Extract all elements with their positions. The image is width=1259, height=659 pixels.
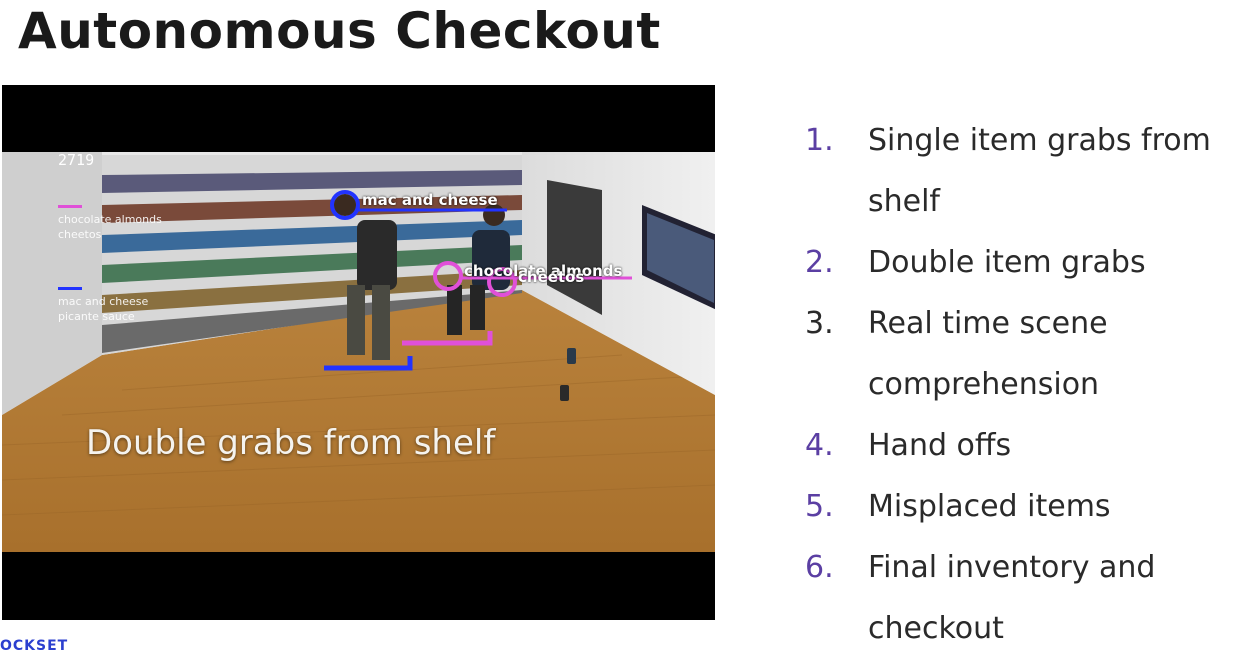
detection-label: cheetos — [518, 268, 585, 286]
list-text: Hand offs — [868, 428, 1012, 463]
list-item: 6. Final inventory and checkout — [805, 537, 1228, 659]
frame-counter: 2719 — [58, 151, 95, 169]
legend-item: chocolate almonds — [58, 213, 162, 226]
legend-item: picante sauce — [58, 310, 135, 323]
legend-blue: mac and cheese picante sauce — [58, 287, 148, 324]
slide-title: Autonomous Checkout — [18, 2, 661, 60]
list-number: 5. — [805, 489, 834, 524]
legend-swatch-blue — [58, 287, 82, 290]
feature-list: 1. Single item grabs from shelf 2. Doubl… — [805, 110, 1228, 659]
list-item: 5. Misplaced items — [805, 476, 1228, 537]
legend-swatch-pink — [58, 205, 82, 208]
list-number: 4. — [805, 428, 834, 463]
list-text: Double item grabs — [868, 245, 1146, 280]
store-scene — [2, 152, 715, 552]
list-number: 2. — [805, 245, 834, 280]
list-item: 2. Double item grabs — [805, 232, 1228, 293]
list-number: 1. — [805, 123, 834, 158]
list-item: 3. Real time scene comprehension — [805, 293, 1228, 415]
legend-item: cheetos — [58, 228, 102, 241]
detection-label: mac and cheese — [362, 191, 498, 209]
legend-item: mac and cheese — [58, 295, 149, 308]
list-number: 3. — [805, 306, 834, 341]
list-text: Final inventory and checkout — [868, 550, 1156, 646]
list-number: 6. — [805, 550, 834, 585]
list-text: Real time scene comprehension — [868, 306, 1108, 402]
video-caption: Double grabs from shelf — [86, 423, 496, 463]
list-text: Misplaced items — [868, 489, 1111, 524]
video-player[interactable]: 2719 chocolate almonds cheetos mac and c… — [2, 85, 715, 620]
list-item: 1. Single item grabs from shelf — [805, 110, 1228, 232]
list-text: Single item grabs from shelf — [868, 123, 1211, 219]
list-item: 4. Hand offs — [805, 415, 1228, 476]
legend-pink: chocolate almonds cheetos — [58, 205, 162, 242]
